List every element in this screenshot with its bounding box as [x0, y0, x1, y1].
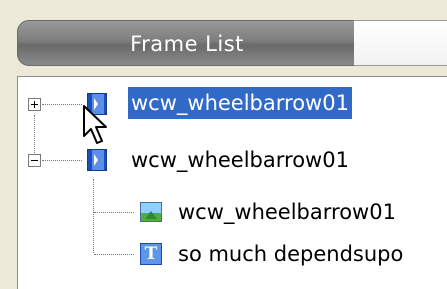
tree-item-label: wcw_wheelbarrow01 — [131, 148, 349, 172]
image-icon — [140, 202, 162, 222]
mouse-cursor-icon — [83, 105, 107, 144]
tree-item-label: wcw_wheelbarrow01 — [128, 87, 352, 119]
tree-connector — [42, 160, 82, 161]
film-icon — [87, 149, 107, 171]
tree-item-label: so much dependsupo — [178, 242, 404, 266]
tree-item-4[interactable]: T so much dependsupo — [18, 237, 447, 271]
tree-connector — [94, 212, 134, 213]
tree-item-3[interactable]: wcw_wheelbarrow01 — [18, 195, 447, 229]
tree-connector — [94, 254, 134, 255]
tab-bar: Frame List — [17, 20, 447, 66]
tab-empty[interactable] — [354, 20, 447, 66]
text-icon: T — [140, 243, 162, 265]
tree-connector — [42, 104, 82, 105]
tab-frame-list-label: Frame List — [130, 32, 244, 56]
tree-item-label: wcw_wheelbarrow01 — [178, 200, 396, 224]
expand-icon[interactable] — [28, 98, 41, 111]
frame-list-panel: Frame List wcw_wheelbarrow01 wcw_wheelba… — [0, 0, 447, 289]
tab-frame-list[interactable]: Frame List — [17, 20, 355, 66]
collapse-icon[interactable] — [28, 154, 41, 167]
